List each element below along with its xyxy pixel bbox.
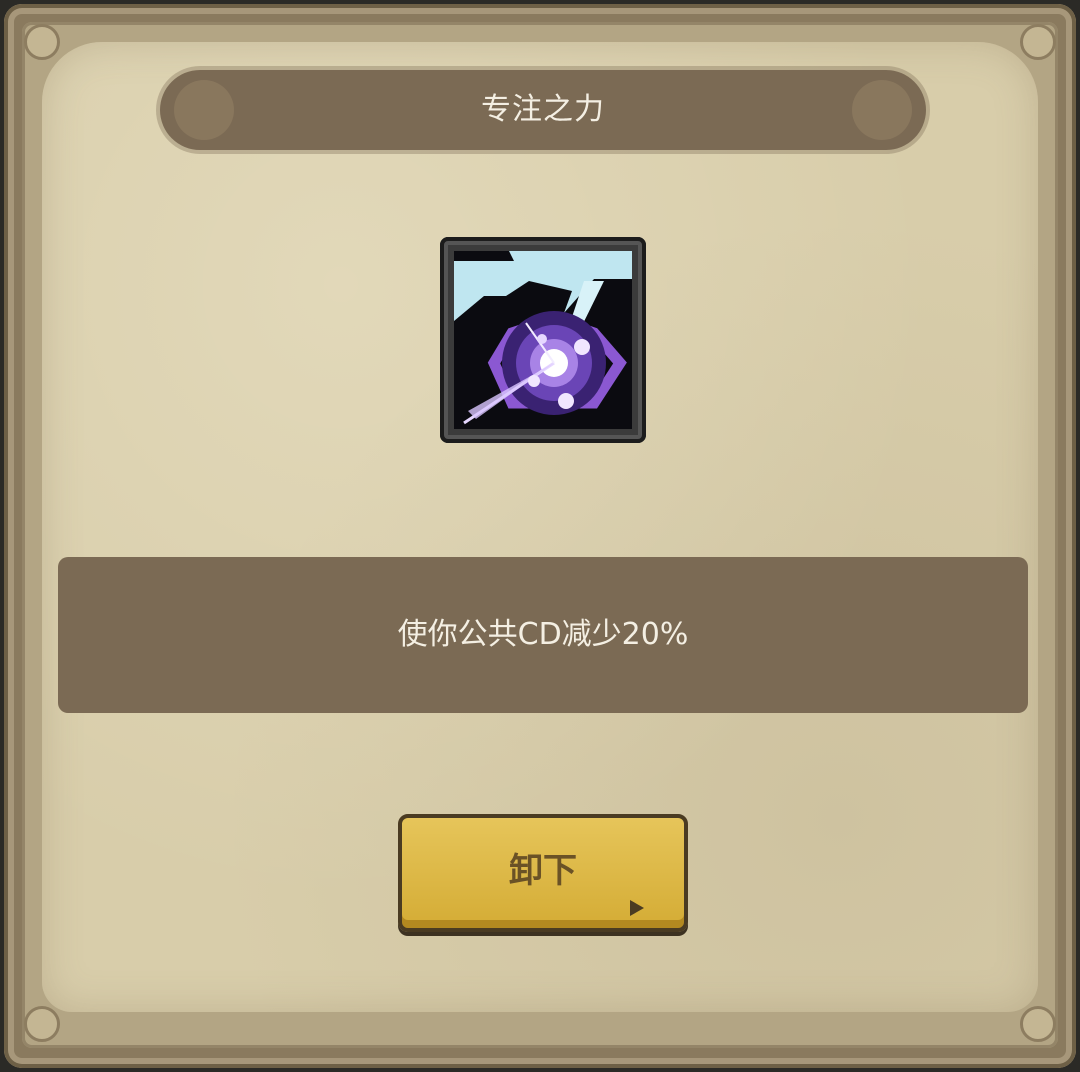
corner-ornament-bottom-right (1020, 1006, 1056, 1042)
button-notch-decoration (630, 900, 644, 916)
title-banner: 专注之力 (160, 70, 926, 150)
purple-clock-lightning-icon (454, 251, 632, 429)
corner-ornament-bottom-left (24, 1006, 60, 1042)
description-banner: 使你公共CD减少20% (58, 557, 1028, 713)
skill-description: 使你公共CD减少20% (397, 617, 689, 652)
corner-ornament-top-left (24, 24, 60, 60)
unequip-button[interactable]: 卸下 (398, 814, 688, 932)
skill-icon (440, 237, 646, 443)
corner-ornament-top-right (1020, 24, 1056, 60)
dialog-title: 专注之力 (481, 92, 605, 127)
